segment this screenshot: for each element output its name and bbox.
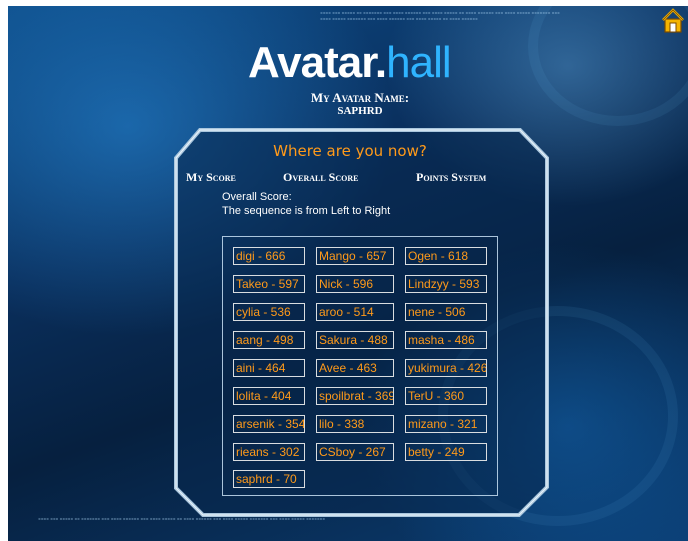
score-cell: Ogen - 618: [405, 247, 487, 265]
score-cell: aang - 498: [233, 331, 305, 349]
score-cell: yukimura - 426: [405, 359, 487, 377]
score-cell: betty - 249: [405, 443, 487, 461]
score-cell: cylia - 536: [233, 303, 305, 321]
score-cell: Sakura - 488: [316, 331, 394, 349]
score-cell: TerU - 360: [405, 387, 487, 405]
score-cell: saphrd - 70: [233, 470, 305, 488]
score-cell: Mango - 657: [316, 247, 394, 265]
score-cell: aini - 464: [233, 359, 305, 377]
score-cell: CSboy - 267: [316, 443, 394, 461]
score-cell: lolita - 404: [233, 387, 305, 405]
score-cell: mizano - 321: [405, 415, 487, 433]
tab-points-system[interactable]: Points System: [416, 170, 486, 185]
score-cell: Lindzyy - 593: [405, 275, 487, 293]
sequence-note: The sequence is from Left to Right: [222, 205, 391, 217]
score-cell: rieans - 302: [233, 443, 305, 461]
score-cell: masha - 486: [405, 331, 487, 349]
score-cell: arsenik - 354: [233, 415, 305, 433]
scores-panel: digi - 666 Mango - 657 Ogen - 618 Takeo …: [222, 236, 498, 496]
score-cell: Nick - 596: [316, 275, 394, 293]
page-heading: Where are you now?: [273, 142, 427, 160]
score-cell: Avee - 463: [316, 359, 394, 377]
score-cell: lilo - 338: [316, 415, 394, 433]
score-cell: aroo - 514: [316, 303, 394, 321]
overall-score-label: Overall Score:: [222, 191, 292, 203]
score-cell: Takeo - 597: [233, 275, 305, 293]
score-cell: digi - 666: [233, 247, 305, 265]
score-cell: nene - 506: [405, 303, 487, 321]
score-cell: spoilbrat - 369: [316, 387, 394, 405]
tab-my-score[interactable]: My Score: [186, 170, 236, 185]
tab-overall-score[interactable]: Overall Score: [283, 170, 358, 185]
